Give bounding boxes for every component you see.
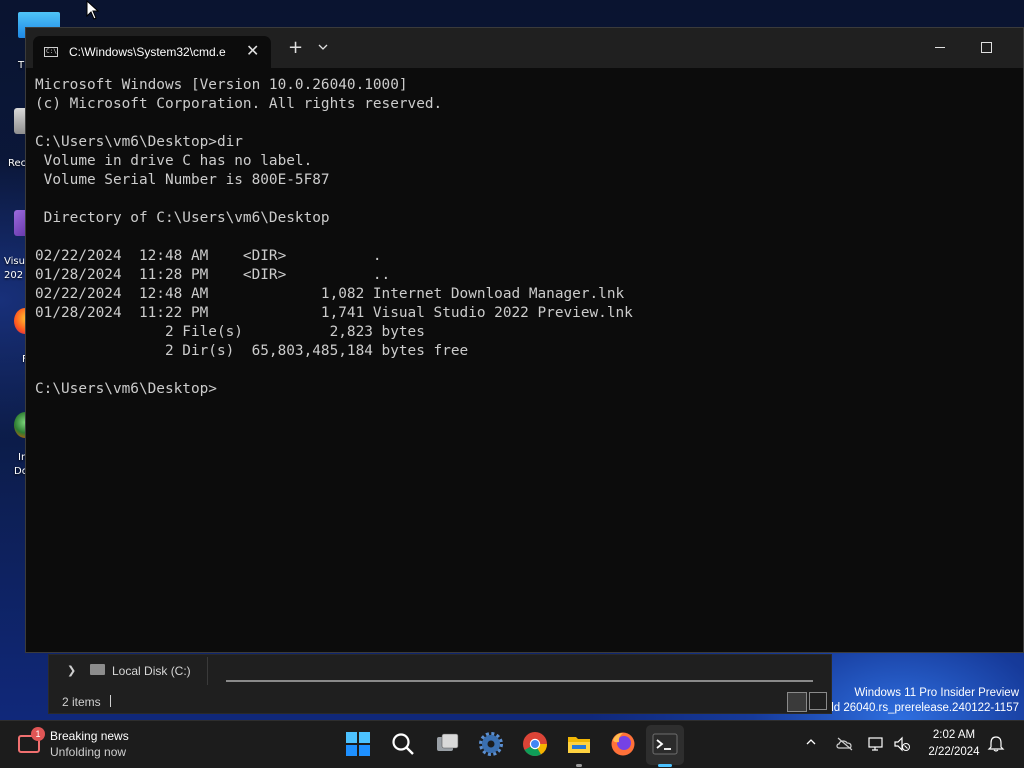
watermark-line2: Build 26040.rs_prerelease.240122-1157 bbox=[814, 702, 1019, 714]
console-line: Microsoft Windows [Version 10.0.26040.10… bbox=[35, 77, 408, 93]
item-count-status: 2 items bbox=[62, 695, 101, 709]
news-title: Breaking news bbox=[50, 729, 129, 743]
desktop-icon-label: 202 bbox=[4, 270, 24, 281]
expand-chevron-icon[interactable]: ❯ bbox=[67, 664, 76, 677]
close-tab-button[interactable]: ✕ bbox=[246, 42, 259, 60]
chevron-up-icon[interactable] bbox=[806, 737, 816, 747]
folder-icon[interactable] bbox=[566, 731, 592, 757]
task-view-icon[interactable] bbox=[434, 731, 460, 757]
desktop-icon-label: Visu bbox=[4, 256, 25, 267]
details-view-icon[interactable] bbox=[787, 692, 807, 712]
horizontal-scrollbar[interactable] bbox=[226, 680, 813, 682]
folder-running-indicator bbox=[576, 764, 582, 767]
console-line: C:\Users\vm6\Desktop>dir bbox=[35, 134, 243, 150]
notification-badge: 1 bbox=[31, 727, 45, 741]
taskbar: 1 Breaking news Unfolding now 2:02 AM 2/… bbox=[0, 720, 1024, 768]
nav-item-local-disk[interactable]: Local Disk (C:) bbox=[112, 664, 191, 678]
terminal-tab-cmd[interactable]: C:\ C:\Windows\System32\cmd.e ✕ bbox=[33, 36, 271, 68]
firefox-icon[interactable] bbox=[610, 731, 636, 757]
console-output[interactable]: Microsoft Windows [Version 10.0.26040.10… bbox=[35, 76, 633, 399]
cmd-icon: C:\ bbox=[44, 47, 58, 57]
console-line: 2 File(s) 2,823 bytes bbox=[35, 324, 425, 340]
tiles-view-icon[interactable] bbox=[809, 692, 827, 710]
chrome-icon[interactable] bbox=[522, 731, 548, 757]
search-icon[interactable] bbox=[390, 731, 416, 757]
console-line: 01/28/2024 11:28 PM <DIR> .. bbox=[35, 267, 391, 283]
desktop-icon-label: Rec bbox=[8, 158, 27, 169]
terminal-window: C:\ C:\Windows\System32\cmd.e ✕ + Micros… bbox=[25, 27, 1024, 653]
mouse-cursor-icon bbox=[86, 0, 100, 20]
console-line: 02/22/2024 12:48 AM <DIR> . bbox=[35, 248, 382, 264]
watermark-line1: Windows 11 Pro Insider Preview bbox=[854, 687, 1019, 699]
terminal-tab-bar: C:\ C:\Windows\System32\cmd.e ✕ + bbox=[26, 28, 1023, 68]
status-separator bbox=[110, 695, 111, 707]
console-line: 02/22/2024 12:48 AM 1,082 Internet Downl… bbox=[35, 286, 625, 302]
tab-title: C:\Windows\System32\cmd.e bbox=[69, 45, 226, 59]
windows-logo-icon[interactable] bbox=[345, 731, 371, 757]
console-line: 01/28/2024 11:22 PM 1,741 Visual Studio … bbox=[35, 305, 633, 321]
console-line: Directory of C:\Users\vm6\Desktop bbox=[35, 210, 330, 226]
pane-divider[interactable] bbox=[207, 657, 208, 685]
onedrive-offline-icon[interactable] bbox=[836, 736, 854, 752]
windows-watermark: Windows 11 Pro Insider Preview Build 260… bbox=[815, 686, 1019, 716]
notification-bell-icon[interactable] bbox=[987, 736, 1005, 752]
network-icon[interactable] bbox=[868, 736, 886, 752]
console-line: Volume Serial Number is 800E-5F87 bbox=[35, 172, 330, 188]
clock-date: 2/22/2024 bbox=[928, 746, 980, 758]
console-line: (c) Microsoft Corporation. All rights re… bbox=[35, 96, 443, 112]
drive-icon bbox=[90, 664, 105, 675]
console-line: 2 Dir(s) 65,803,485,184 bytes free bbox=[35, 343, 469, 359]
clock-time: 2:02 AM bbox=[932, 729, 976, 741]
console-line: Volume in drive C has no label. bbox=[35, 153, 313, 169]
terminal-active-indicator bbox=[658, 764, 672, 767]
minimize-button[interactable] bbox=[935, 47, 945, 48]
explorer-nav-row: ❯ Local Disk (C:) bbox=[49, 655, 831, 687]
console-line: C:\Users\vm6\Desktop> bbox=[35, 381, 217, 397]
chevron-down-icon[interactable] bbox=[318, 42, 328, 52]
file-explorer-window: ❯ Local Disk (C:) 2 items bbox=[48, 654, 832, 714]
maximize-button[interactable] bbox=[981, 42, 992, 53]
gear-icon[interactable] bbox=[478, 731, 504, 757]
desktop-icon-label: T bbox=[18, 60, 25, 71]
volume-muted-icon[interactable] bbox=[893, 736, 911, 752]
news-subtitle: Unfolding now bbox=[50, 745, 127, 759]
new-tab-button[interactable]: + bbox=[288, 39, 303, 57]
terminal-icon[interactable] bbox=[652, 731, 678, 757]
